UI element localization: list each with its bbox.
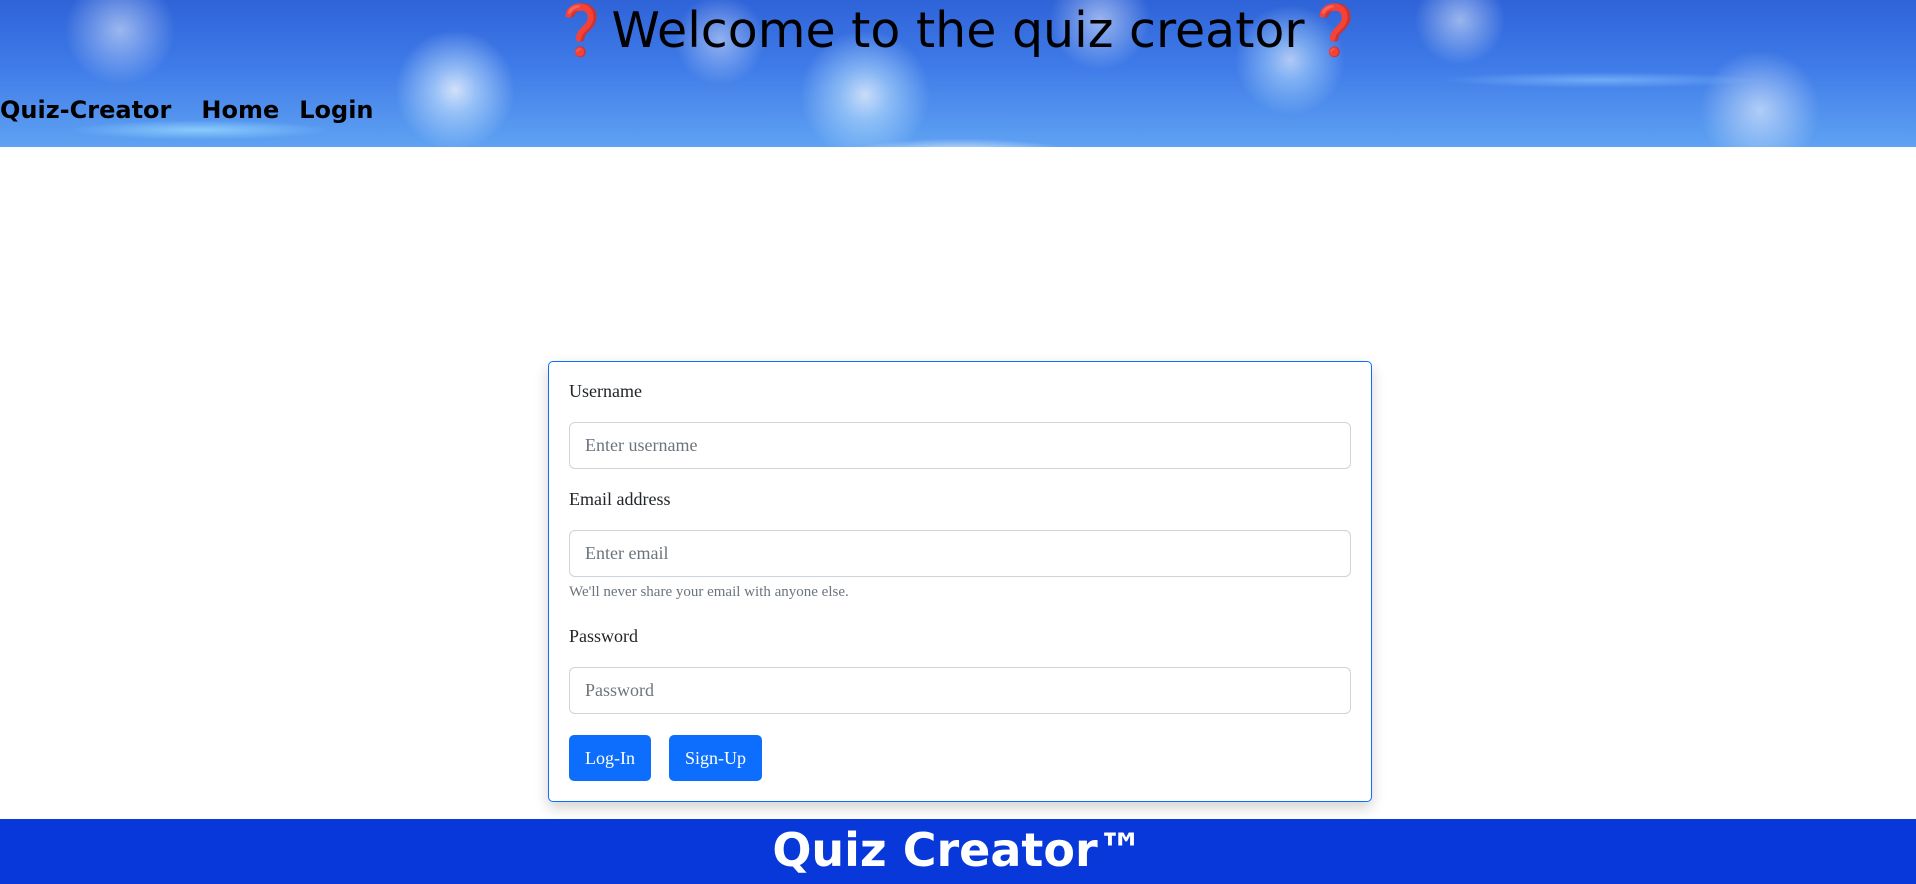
password-input[interactable] <box>569 667 1351 714</box>
email-input[interactable] <box>569 530 1351 577</box>
email-help-text: We'll never share your email with anyone… <box>569 584 849 600</box>
login-form-card: Username Email address We'll never share… <box>548 361 1372 802</box>
password-label: Password <box>569 626 639 646</box>
nav-link-home[interactable]: Home <box>201 96 279 124</box>
question-mark-icon: ❓ <box>1304 1 1367 60</box>
footer: Quiz Creator™ <box>0 819 1916 884</box>
footer-title: Quiz Creator™ <box>772 823 1144 877</box>
username-input[interactable] <box>569 422 1351 469</box>
navbar: Quiz-Creator Home Login <box>0 90 394 130</box>
login-button[interactable]: Log-In <box>569 735 651 781</box>
signup-button[interactable]: Sign-Up <box>669 735 763 781</box>
username-label: Username <box>569 381 642 401</box>
page-title-text: Welcome to the quiz creator <box>611 2 1305 59</box>
page-title: ❓Welcome to the quiz creator❓ <box>0 0 1916 62</box>
nav-link-login[interactable]: Login <box>299 96 373 124</box>
question-mark-icon: ❓ <box>550 1 613 60</box>
header-banner: ❓Welcome to the quiz creator❓ Quiz-Creat… <box>0 0 1916 147</box>
navbar-brand[interactable]: Quiz-Creator <box>0 96 171 124</box>
email-label: Email address <box>569 489 671 509</box>
